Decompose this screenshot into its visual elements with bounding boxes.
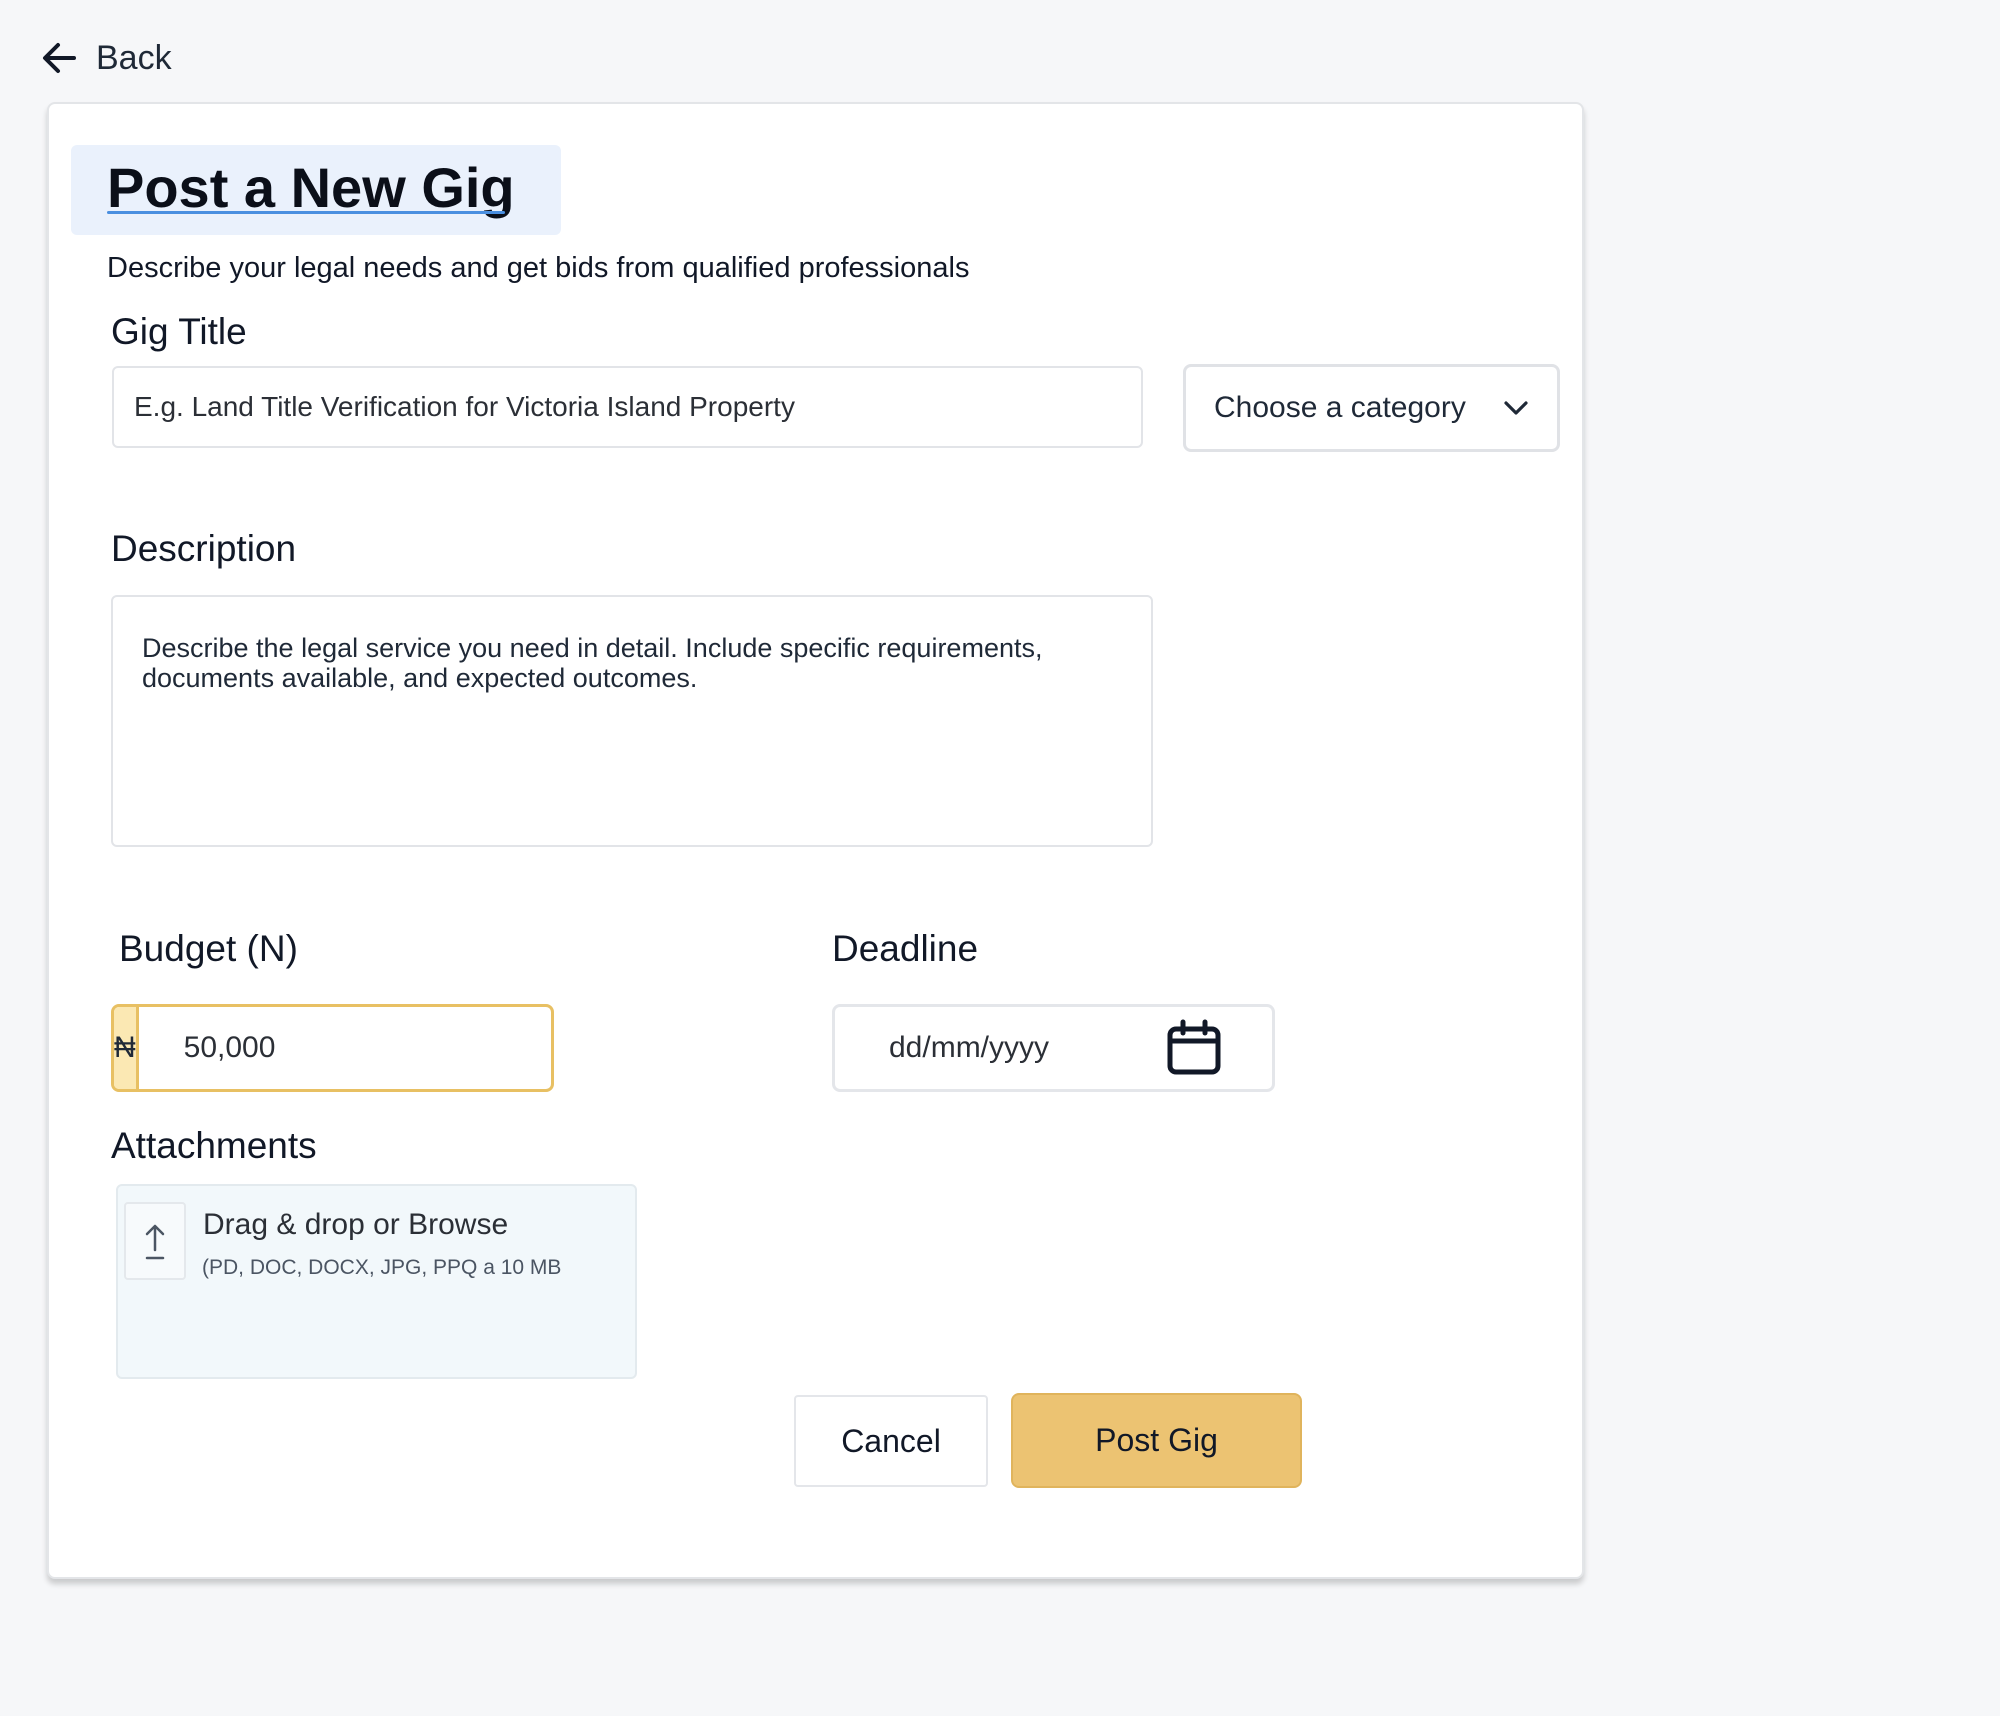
budget-input-group: ₦ [111,1004,554,1092]
chevron-down-icon [1504,401,1528,415]
post-gig-button[interactable]: Post Gig [1011,1393,1302,1488]
category-select[interactable]: Choose a category [1183,364,1560,452]
arrow-left-icon [43,43,76,73]
deadline-input[interactable] [889,1031,1139,1065]
page-subtitle: Describe your legal needs and get bids f… [107,252,970,284]
gig-title-input[interactable] [112,366,1143,448]
dropzone-hint: (PD, DOC, DOCX, JPG, PPQ a 10 MB [202,1256,562,1279]
back-label: Back [96,38,172,77]
category-select-value: Choose a category [1214,391,1466,424]
currency-addon: ₦ [114,1007,139,1089]
budget-input[interactable] [138,1007,551,1089]
title-underline [107,211,505,214]
attachments-label: Attachments [111,1125,317,1166]
upload-icon-box [124,1202,186,1280]
calendar-icon[interactable] [1165,1019,1223,1077]
attachments-dropzone[interactable]: Drag & drop or Browse (PD, DOC, DOCX, JP… [116,1184,637,1379]
deadline-label: Deadline [832,928,979,969]
title-highlight: Post a New Gig [71,145,561,235]
gig-title-label: Gig Title [111,311,247,352]
page-title: Post a New Gig [107,156,515,219]
dropzone-title: Drag & drop or Browse [203,1208,509,1241]
deadline-input-group [832,1004,1275,1092]
description-textarea[interactable] [111,595,1153,847]
description-label: Description [111,528,297,569]
upload-icon [145,1224,165,1260]
cancel-button[interactable]: Cancel [794,1395,988,1487]
budget-label: Budget (N) [119,928,298,969]
back-link[interactable]: Back [40,38,172,78]
post-gig-card: Post a New Gig Describe your legal needs… [47,102,1584,1579]
